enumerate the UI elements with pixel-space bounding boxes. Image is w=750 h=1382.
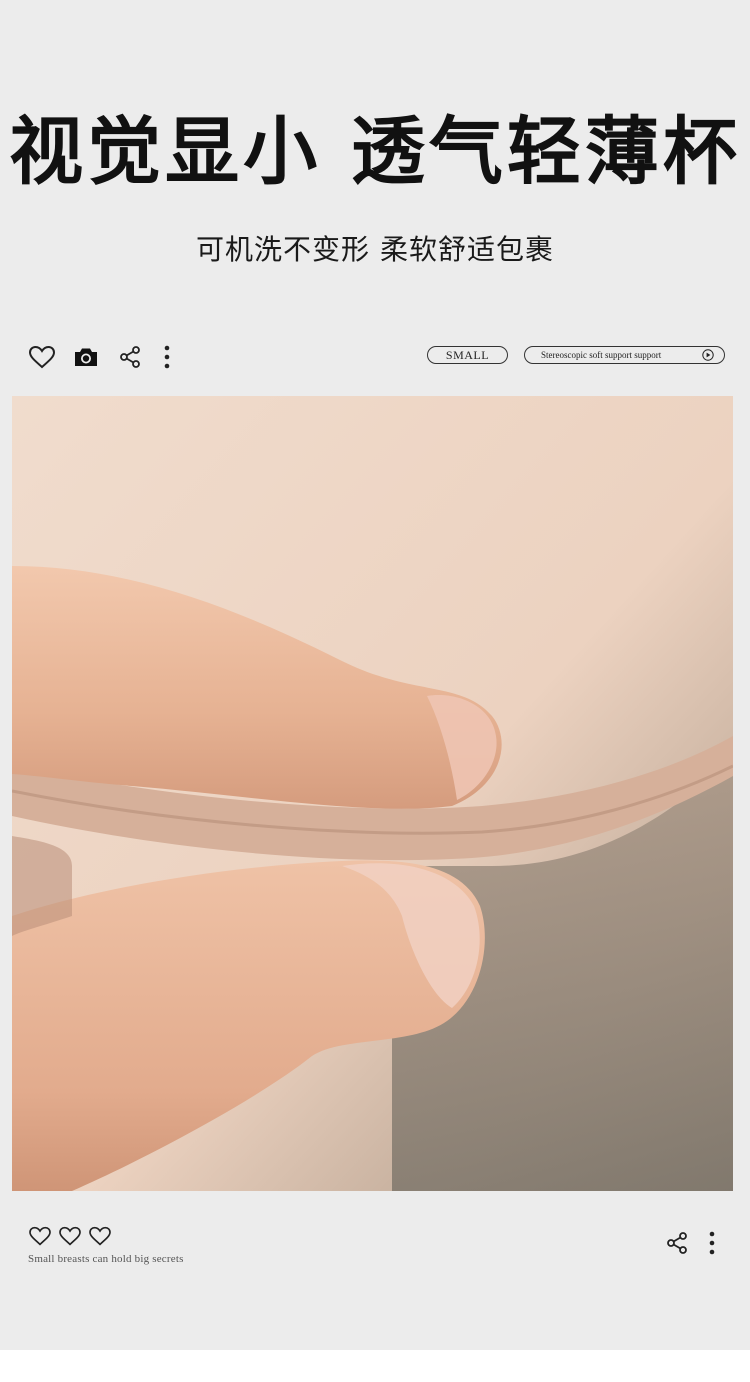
share-icon[interactable]: [662, 1228, 692, 1258]
size-tag-button[interactable]: SMALL: [427, 346, 508, 364]
headline-title: 视觉显小 透气轻薄杯: [9, 109, 741, 195]
play-icon[interactable]: [702, 349, 714, 361]
subheadline: 可机洗不变形 柔软舒适包裹: [196, 233, 554, 266]
bottom-actions: [662, 1228, 720, 1258]
heart-icon[interactable]: [27, 1224, 53, 1248]
more-vertical-icon[interactable]: [159, 342, 175, 372]
heart-icon[interactable]: [87, 1224, 113, 1248]
product-photo: [12, 396, 733, 1191]
size-tag-label: SMALL: [445, 347, 490, 362]
photo-caption: Small breasts can hold big secrets: [28, 1253, 184, 1265]
feature-search-label: Stereoscopic soft support support: [541, 350, 662, 360]
product-detail-panel: 视觉显小 透气轻薄杯 可机洗不变形 柔软舒适包裹 SMALL Stereosco…: [0, 0, 750, 1350]
heart-icon[interactable]: [27, 342, 57, 372]
share-icon[interactable]: [115, 342, 145, 372]
more-vertical-icon[interactable]: [704, 1228, 720, 1258]
feature-search-bar[interactable]: Stereoscopic soft support support: [524, 346, 725, 364]
camera-icon[interactable]: [71, 342, 101, 372]
heart-icon[interactable]: [57, 1224, 83, 1248]
bottom-like-group: [27, 1224, 113, 1248]
top-toolbar: [27, 342, 175, 372]
